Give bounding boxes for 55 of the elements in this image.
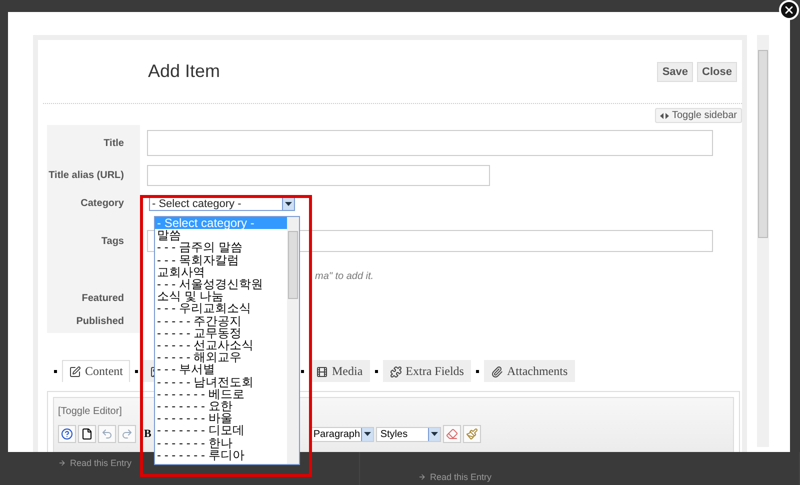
- dropdown-option[interactable]: - - - - - - - 바울: [155, 412, 287, 424]
- new-document-icon[interactable]: [78, 425, 96, 443]
- dropdown-option[interactable]: - - - - - - - 요한: [155, 400, 287, 412]
- caret-icon: [364, 432, 372, 436]
- read-entry-link[interactable]: Read this Entry: [418, 472, 492, 482]
- arrows-icon: [660, 112, 669, 118]
- dropdown-option[interactable]: - - - - - - - 베드로: [155, 388, 287, 400]
- save-button[interactable]: Save: [657, 62, 694, 82]
- list-scrollbar[interactable]: [287, 217, 299, 464]
- tab[interactable]: Media: [309, 360, 370, 382]
- toggle-editor-link[interactable]: [Toggle Editor]: [58, 406, 122, 417]
- tab[interactable]: Attachments: [484, 360, 575, 382]
- scrollbar[interactable]: [757, 35, 769, 447]
- dropdown-option[interactable]: - - - - - 남녀전도회: [155, 376, 287, 388]
- redo-icon[interactable]: [118, 425, 136, 443]
- dropdown-option[interactable]: - - - - - 선교사소식: [155, 339, 287, 352]
- tab[interactable]: Content: [62, 360, 130, 382]
- caret-icon: [285, 202, 292, 206]
- puzzle-icon: [390, 366, 402, 378]
- dropdown-option[interactable]: 소식 및 나눔: [155, 290, 287, 302]
- tab[interactable]: Extra Fields: [382, 360, 471, 382]
- brush-icon[interactable]: [463, 425, 482, 443]
- arrow-icon: [58, 459, 66, 467]
- alias-field[interactable]: [147, 165, 490, 186]
- film-icon: [316, 366, 328, 378]
- dropdown-option[interactable]: - - - 부서별: [155, 363, 287, 376]
- styles-select[interactable]: Styles: [376, 426, 442, 442]
- dropdown-option[interactable]: - - - - - 교무동정: [155, 326, 287, 340]
- dropdown-option[interactable]: 말씀: [155, 229, 287, 242]
- dropdown-option[interactable]: - - - - - 주간공지: [155, 314, 287, 327]
- format-select[interactable]: Paragraph: [309, 426, 374, 442]
- dropdown-option[interactable]: - - - - - - - 한나: [155, 436, 287, 449]
- toggle-sidebar-button[interactable]: Toggle sidebar: [654, 108, 742, 123]
- read-entry-link[interactable]: Read this Entry: [58, 458, 132, 468]
- dropdown-option[interactable]: - - - 우리교회소식: [155, 302, 287, 315]
- dropdown-option[interactable]: - - - - - 해외교우: [155, 351, 287, 364]
- close-button[interactable]: Close: [697, 62, 737, 82]
- tags-hint: ma" to add it.: [315, 270, 374, 282]
- help-icon[interactable]: [58, 425, 76, 443]
- close-icon[interactable]: [779, 0, 799, 20]
- bold-button[interactable]: B: [142, 428, 154, 440]
- title-field[interactable]: [147, 130, 713, 156]
- dropdown-option[interactable]: - - - 금주의 말씀: [155, 241, 287, 254]
- dropdown-option[interactable]: - - - - - - - 디모데: [155, 424, 287, 437]
- caret-icon: [431, 432, 438, 436]
- paperclip-icon: [490, 366, 503, 378]
- eraser-icon[interactable]: [443, 425, 462, 443]
- dropdown-option[interactable]: - - - - - - - 루디아: [155, 448, 287, 462]
- dialog-title: Add Item: [148, 61, 220, 82]
- dropdown-option[interactable]: 교회사역: [155, 266, 287, 278]
- category-select[interactable]: - Select category -: [149, 196, 295, 211]
- edit-icon: [69, 366, 81, 378]
- dropdown-option[interactable]: - - - 서울성경신학원: [155, 278, 287, 290]
- arrow-icon: [418, 473, 426, 481]
- dropdown-option[interactable]: - - - 목회자칼럼: [155, 254, 287, 266]
